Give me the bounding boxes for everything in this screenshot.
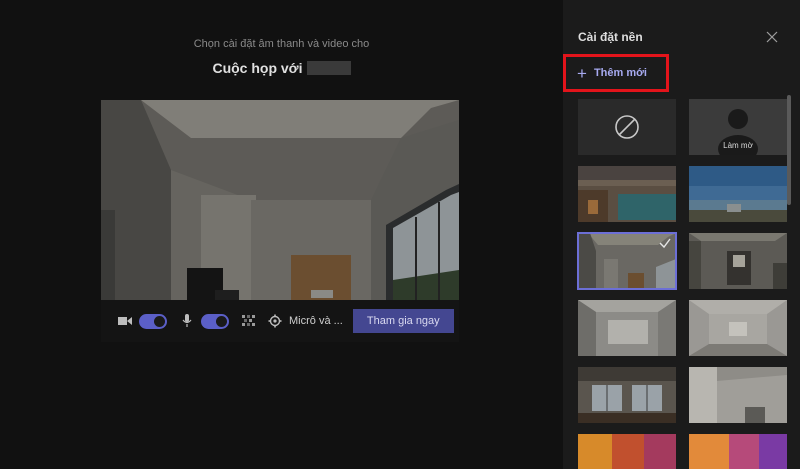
video-preview bbox=[101, 100, 459, 300]
blur-tile-label: Làm mờ bbox=[723, 141, 753, 150]
background-settings-panel: Cài đặt nền + Thêm mới Làm mờ bbox=[563, 0, 800, 469]
background-tile-room-empty[interactable] bbox=[689, 300, 787, 356]
background-tile-room-selected[interactable] bbox=[577, 232, 677, 290]
colorful-2-image bbox=[689, 434, 787, 469]
loft-image bbox=[578, 367, 676, 423]
join-now-button[interactable]: Tham gia ngay bbox=[352, 309, 454, 333]
background-tile-none[interactable] bbox=[578, 99, 676, 155]
room-empty-image bbox=[689, 300, 787, 356]
settings-gear-icon[interactable] bbox=[267, 313, 283, 329]
panel-title: Cài đặt nền bbox=[578, 30, 643, 44]
prejoin-screen: Chọn cài đặt âm thanh và video cho Cuộc … bbox=[0, 0, 563, 469]
office-image bbox=[578, 166, 676, 222]
studio-image bbox=[689, 367, 787, 423]
device-settings-link[interactable]: Micrô và ... bbox=[289, 315, 343, 327]
background-tile-room-white[interactable] bbox=[578, 300, 676, 356]
panel-scrollbar[interactable] bbox=[787, 95, 791, 205]
close-icon[interactable] bbox=[766, 30, 780, 44]
room-background-image bbox=[101, 100, 459, 300]
redacted-name bbox=[306, 61, 351, 75]
prejoin-subtitle: Chọn cài đặt âm thanh và video cho bbox=[193, 38, 370, 50]
background-tile-loft[interactable] bbox=[578, 367, 676, 423]
microphone-toggle[interactable] bbox=[201, 313, 229, 329]
colorful-image bbox=[578, 434, 676, 469]
background-tile-blur[interactable]: Làm mờ bbox=[689, 99, 787, 155]
camera-icon[interactable] bbox=[117, 313, 133, 329]
meeting-title: Cuộc họp với bbox=[0, 60, 563, 76]
background-tile-office[interactable] bbox=[578, 166, 676, 222]
add-new-label: Thêm mới bbox=[593, 67, 647, 79]
room-dark-image bbox=[689, 233, 787, 289]
background-tile-colorful-2[interactable] bbox=[689, 434, 787, 469]
microphone-icon[interactable] bbox=[179, 313, 195, 329]
camera-toggle[interactable] bbox=[139, 313, 167, 329]
background-tile-room-dark[interactable] bbox=[689, 233, 787, 289]
background-tile-studio[interactable] bbox=[689, 367, 787, 423]
landscape-image bbox=[689, 166, 787, 222]
add-new-button[interactable]: + Thêm mới bbox=[563, 54, 669, 92]
checkmark-icon bbox=[659, 236, 671, 249]
background-tile-landscape[interactable] bbox=[689, 166, 787, 222]
plus-icon: + bbox=[577, 63, 587, 83]
room-white-image bbox=[578, 300, 676, 356]
device-controls: Micrô và ... Tham gia ngay bbox=[101, 300, 459, 342]
no-background-icon bbox=[615, 115, 639, 139]
background-effects-icon[interactable] bbox=[241, 313, 257, 329]
background-tile-colorful[interactable] bbox=[578, 434, 676, 469]
meeting-title-text: Cuộc họp với bbox=[212, 60, 303, 76]
